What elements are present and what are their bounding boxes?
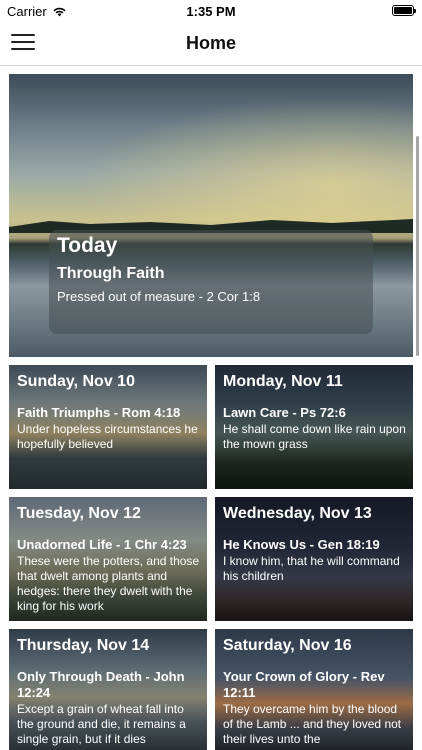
day-card-thursday[interactable]: Thursday, Nov 14 Only Through Death - Jo… <box>9 629 207 750</box>
today-subtitle: Pressed out of measure - 2 Cor 1:8 <box>57 289 261 304</box>
card-date: Monday, Nov 11 <box>223 373 343 390</box>
card-date: Wednesday, Nov 13 <box>223 505 372 522</box>
today-label: Today <box>57 234 118 257</box>
card-title: Unadorned Life - 1 Chr 4:23 <box>17 537 187 552</box>
hero-image-sky <box>9 74 413 230</box>
card-title: Your Crown of Glory - Rev 12:11 <box>223 669 385 700</box>
card-text: These were the potters, and those that d… <box>17 554 200 613</box>
card-text: Under hopeless circumstances he hopefull… <box>17 422 198 451</box>
card-date: Sunday, Nov 10 <box>17 373 135 390</box>
page-title: Home <box>185 33 236 53</box>
card-title: Only Through Death - John 12:24 <box>17 669 185 700</box>
card-date: Tuesday, Nov 12 <box>17 505 141 522</box>
card-text: Except a grain of wheat fall into the gr… <box>17 702 186 746</box>
status-bar: Carrier 1:35 PM <box>0 0 422 22</box>
card-date: Saturday, Nov 16 <box>223 637 352 654</box>
card-text: He shall come down like rain upon the mo… <box>223 422 406 451</box>
navigation-bar: Home <box>0 22 422 66</box>
card-date: Thursday, Nov 14 <box>17 637 150 654</box>
card-text: I know him, that he will command his chi… <box>223 554 400 583</box>
day-card-wednesday[interactable]: Wednesday, Nov 13 He Knows Us - Gen 18:1… <box>215 497 413 621</box>
battery-icon <box>392 5 416 16</box>
day-card-monday[interactable]: Monday, Nov 11 Lawn Care - Ps 72:6 He sh… <box>215 365 413 489</box>
today-card[interactable]: Today Through Faith Pressed out of measu… <box>9 74 413 357</box>
status-time: 1:35 PM <box>186 4 236 19</box>
today-info-panel: Today Through Faith Pressed out of measu… <box>49 230 373 334</box>
day-card-saturday[interactable]: Saturday, Nov 16 Your Crown of Glory - R… <box>215 629 413 750</box>
vertical-scrollbar[interactable] <box>416 136 419 356</box>
content-scroll-area[interactable]: Today Through Faith Pressed out of measu… <box>0 66 422 750</box>
day-card-tuesday[interactable]: Tuesday, Nov 12 Unadorned Life - 1 Chr 4… <box>9 497 207 621</box>
day-card-sunday[interactable]: Sunday, Nov 10 Faith Triumphs - Rom 4:18… <box>9 365 207 489</box>
today-title: Through Faith <box>57 265 165 282</box>
card-title: Faith Triumphs - Rom 4:18 <box>17 405 181 420</box>
card-title: He Knows Us - Gen 18:19 <box>223 537 380 552</box>
card-text: They overcame him by the blood of the La… <box>223 702 402 746</box>
card-title: Lawn Care - Ps 72:6 <box>223 405 346 420</box>
